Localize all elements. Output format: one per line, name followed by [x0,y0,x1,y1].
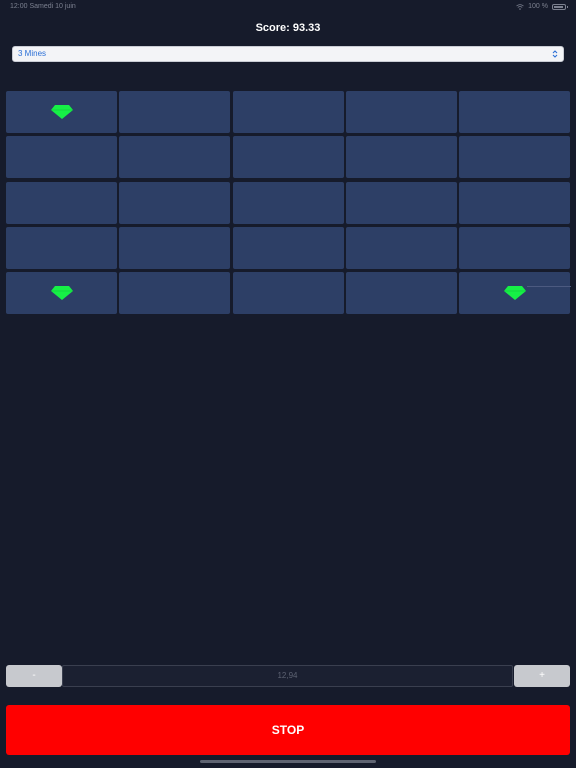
grid-tile[interactable] [232,136,344,179]
grid-tile[interactable] [345,136,457,179]
grid-tile[interactable] [119,226,231,269]
grid-tile[interactable] [119,91,231,133]
grid-tile[interactable] [232,91,344,133]
grid-tile[interactable] [119,181,231,224]
grid-tile[interactable] [459,136,570,179]
grid-tile[interactable] [6,181,117,224]
grid-tile[interactable] [6,91,117,133]
grid-tile[interactable] [345,91,457,133]
score-label: Score: 93.33 [255,22,321,34]
grid-tile[interactable] [119,272,231,314]
status-bar: 12:00 Samedi 10 juin 100 % [0,0,576,14]
gem-icon [50,286,73,300]
game-screen: 12:00 Samedi 10 juin 100 % Score: 93.33 … [0,0,576,768]
wifi-icon [516,4,524,10]
grid-tile[interactable] [232,272,344,314]
gem-icon [50,105,73,119]
battery-icon [552,4,568,10]
gem-icon [503,286,526,300]
increase-bet-button[interactable]: + [514,665,570,687]
grid-tile[interactable] [119,136,231,179]
status-indicators: 100 % [516,0,568,14]
mines-select[interactable]: 3 Mines [12,46,564,62]
decrease-bet-button[interactable]: - [6,665,62,687]
bet-amount-input[interactable]: 12,94 [62,665,513,687]
home-indicator[interactable] [200,760,376,763]
mines-grid [6,91,571,314]
grid-tile[interactable] [345,272,457,314]
grid-tile[interactable] [459,91,570,133]
grid-tile[interactable] [459,272,571,314]
battery-percent: 100 % [528,3,548,10]
grid-tile[interactable] [6,136,117,179]
grid-tile[interactable] [459,226,570,269]
grid-tile[interactable] [345,181,457,224]
grid-tile[interactable] [345,226,457,269]
grid-tile[interactable] [6,226,117,269]
chevron-updown-icon [552,50,558,58]
mines-select-value: 3 Mines [18,49,47,58]
stop-button[interactable]: STOP [6,705,570,755]
grid-tile[interactable] [6,272,117,314]
grid-tile[interactable] [232,226,344,269]
grid-tile[interactable] [232,181,344,224]
grid-tile[interactable] [459,181,570,224]
gem-trail [527,286,571,287]
status-time-date: 12:00 Samedi 10 juin [10,3,76,10]
